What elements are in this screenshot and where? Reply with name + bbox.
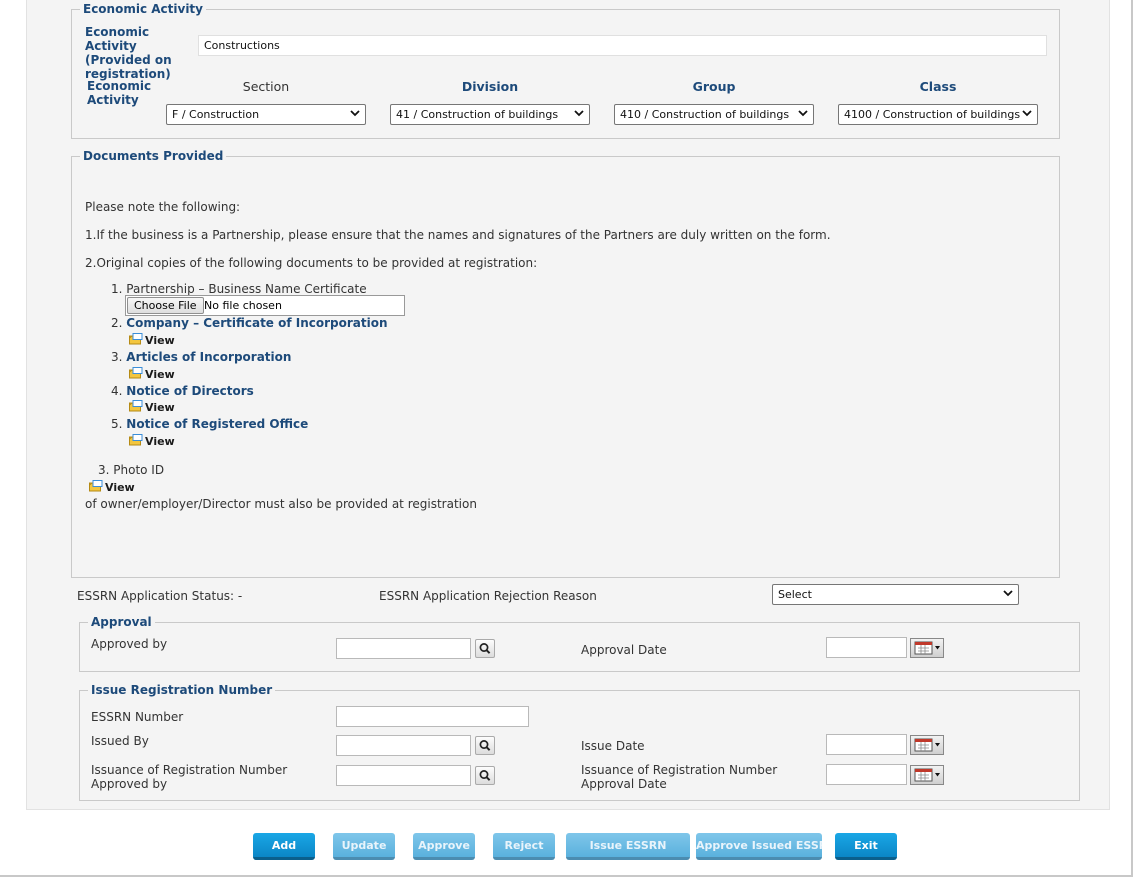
doc-list-item: 2. Company – Certificate of Incorporatio…	[111, 316, 388, 330]
approval-legend: Approval	[91, 615, 152, 629]
view-link[interactable]: View	[129, 367, 175, 381]
rejection-reason-label: ESSRN Application Rejection Reason	[379, 589, 597, 603]
issuance-approved-by-search-button[interactable]	[475, 766, 495, 785]
essrn-number-field[interactable]	[336, 706, 529, 727]
issuance-approved-by-field[interactable]	[336, 765, 471, 786]
view-link[interactable]: View	[129, 434, 175, 448]
issue-date-label: Issue Date	[581, 739, 645, 753]
economic-activity-legend: Economic Activity	[83, 2, 203, 16]
issue-registration-legend: Issue Registration Number	[91, 683, 273, 697]
view-label: View	[145, 401, 175, 414]
add-button[interactable]: Add	[253, 833, 315, 860]
division-header: Division	[461, 79, 519, 94]
issued-by-search-button[interactable]	[475, 736, 495, 755]
chevron-down-icon	[1003, 590, 1013, 597]
economic-activity-provided-field[interactable]: Constructions	[198, 35, 1047, 56]
approve-button[interactable]: Approve	[413, 833, 475, 860]
calendar-icon	[914, 768, 940, 782]
doc-list-number: 3.	[111, 350, 123, 364]
photo-id-label: 3. Photo ID	[98, 463, 165, 477]
doc-list-item: 3. Articles of Incorporation	[111, 350, 291, 364]
issuance-approval-date-calendar-button[interactable]	[910, 765, 944, 785]
folder-view-icon	[89, 480, 103, 492]
documents-item-1: 1.If the business is a Partnership, plea…	[85, 228, 831, 242]
view-link[interactable]: View	[89, 480, 135, 494]
view-label: View	[145, 368, 175, 381]
view-link[interactable]: View	[129, 333, 175, 347]
update-button[interactable]: Update	[333, 833, 395, 860]
rejection-reason-value: Select	[778, 588, 812, 601]
documents-legend: Documents Provided	[83, 149, 224, 163]
approved-by-field[interactable]	[336, 638, 471, 659]
economic-activity-provided-label: Economic Activity (Provided on registrat…	[85, 25, 172, 81]
issuance-approved-by-label: Issuance of Registration Number Approved…	[91, 763, 288, 791]
view-label: View	[105, 481, 135, 494]
no-file-chosen-label: No file chosen	[204, 299, 282, 312]
calendar-icon	[914, 641, 940, 655]
folder-view-icon	[129, 333, 143, 345]
doc-list-label: Partnership – Business Name Certificate	[126, 282, 367, 296]
rejection-reason-select[interactable]: Select	[772, 584, 1019, 605]
section-select[interactable]: F / Construction	[166, 104, 366, 125]
issued-by-label: Issued By	[91, 734, 149, 748]
section-select-value: F / Construction	[172, 108, 260, 121]
approved-by-search-button[interactable]	[475, 639, 495, 658]
folder-view-icon	[129, 400, 143, 412]
class-header: Class	[919, 79, 957, 94]
choose-file-button[interactable]: Choose File	[127, 297, 204, 314]
section-header: Section	[242, 79, 290, 94]
issue-essrn-button[interactable]: Issue ESSRN	[566, 833, 690, 860]
approve-issued-essrn-button[interactable]: Approve Issued ESSRN	[696, 833, 822, 860]
issue-date-field[interactable]	[826, 734, 907, 755]
doc-list-label: Notice of Directors	[126, 384, 254, 398]
documents-note: Please note the following:	[85, 200, 241, 214]
doc-list-label: Articles of Incorporation	[126, 350, 292, 364]
reject-button[interactable]: Reject	[493, 833, 555, 860]
group-header: Group	[692, 79, 736, 94]
issued-by-field[interactable]	[336, 735, 471, 756]
approved-by-label: Approved by	[91, 637, 168, 651]
file-input-partnership[interactable]: Choose File No file chosen	[125, 295, 405, 316]
chevron-down-icon	[1022, 110, 1032, 117]
doc-list-number: 2.	[111, 316, 123, 330]
approval-date-field[interactable]	[826, 637, 907, 658]
essrn-status-label: ESSRN Application Status: -	[77, 589, 243, 603]
issuance-approval-date-field[interactable]	[826, 764, 907, 785]
doc-list-item: 5. Notice of Registered Office	[111, 417, 308, 431]
group-select-value: 410 / Construction of buildings	[620, 108, 790, 121]
group-select[interactable]: 410 / Construction of buildings	[614, 104, 814, 125]
documents-item-2: 2.Original copies of the following docum…	[85, 256, 538, 270]
doc-list-item: 1. Partnership – Business Name Certifica…	[111, 282, 367, 296]
photo-id-note: of owner/employer/Director must also be …	[85, 497, 477, 511]
division-select[interactable]: 41 / Construction of buildings	[390, 104, 590, 125]
view-label: View	[145, 334, 175, 347]
chevron-down-icon	[350, 110, 360, 117]
doc-list-number: 5.	[111, 417, 123, 431]
view-link[interactable]: View	[129, 400, 175, 414]
folder-view-icon	[129, 434, 143, 446]
class-select-value: 4100 / Construction of buildings	[844, 108, 1021, 121]
search-icon	[479, 740, 491, 751]
exit-button[interactable]: Exit	[835, 833, 897, 860]
class-select[interactable]: 4100 / Construction of buildings	[838, 104, 1038, 125]
folder-view-icon	[129, 367, 143, 379]
issuance-approval-date-label: Issuance of Registration Number Approval…	[581, 763, 778, 791]
doc-list-label: Notice of Registered Office	[126, 417, 309, 431]
approval-date-label: Approval Date	[581, 643, 667, 657]
doc-list-label: Company – Certificate of Incorporation	[126, 316, 388, 330]
essrn-number-label: ESSRN Number	[91, 710, 184, 724]
approval-date-calendar-button[interactable]	[910, 638, 944, 658]
issue-date-calendar-button[interactable]	[910, 735, 944, 755]
search-icon	[479, 643, 491, 654]
view-label: View	[145, 435, 175, 448]
doc-list-item: 4. Notice of Directors	[111, 384, 254, 398]
doc-list-number: 4.	[111, 384, 123, 398]
search-icon	[479, 770, 491, 781]
chevron-down-icon	[574, 110, 584, 117]
calendar-icon	[914, 738, 940, 752]
chevron-down-icon	[798, 110, 808, 117]
economic-activity-row-label: Economic Activity	[87, 79, 152, 107]
doc-list-number: 1.	[111, 282, 123, 296]
division-select-value: 41 / Construction of buildings	[396, 108, 559, 121]
